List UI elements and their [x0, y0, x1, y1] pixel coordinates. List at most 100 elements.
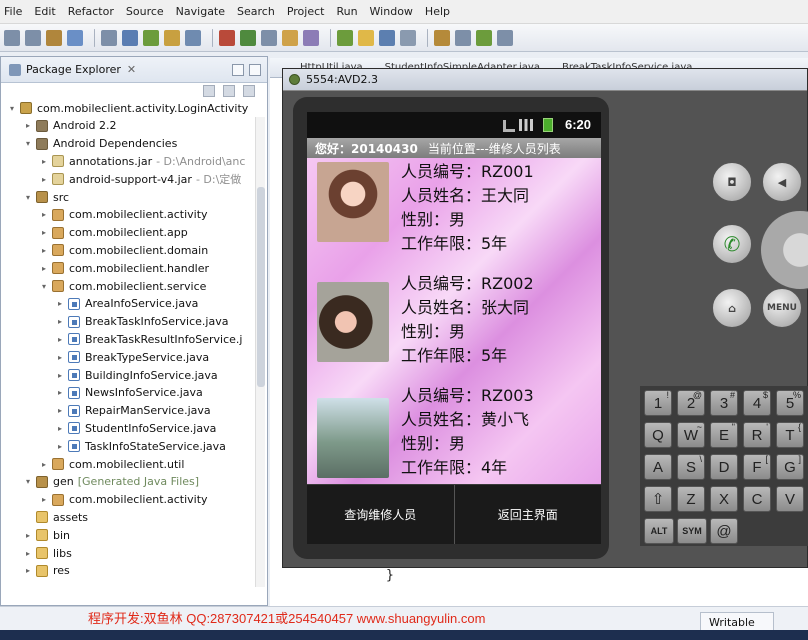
tree-item[interactable]: ▾ gen [Generated Java Files] — [23, 473, 199, 491]
open-type-icon[interactable] — [101, 29, 117, 46]
key-s[interactable]: S \ — [677, 454, 705, 480]
list-item[interactable]: 人员编号：RZ001 人员姓名：王大同 性别：男 工作年限：5年 — [307, 158, 601, 270]
tree-item[interactable]: ▾ com.mobileclient.service — [39, 277, 206, 295]
avd-manager-icon[interactable] — [497, 29, 513, 46]
call-button[interactable]: ✆ — [712, 224, 752, 264]
save-all-icon[interactable] — [46, 29, 62, 46]
key-x[interactable]: X — [710, 486, 738, 512]
key-@[interactable]: @ — [710, 518, 738, 544]
collapsed-arrow-icon[interactable]: ▸ — [55, 371, 65, 380]
tree-item[interactable]: ▸ com.mobileclient.app — [39, 224, 188, 242]
key-1[interactable]: 1! — [644, 390, 672, 416]
menu-item-refactor[interactable]: Refactor — [68, 5, 114, 18]
volume-button[interactable]: ◀ — [762, 162, 802, 202]
pin-icon[interactable] — [434, 29, 450, 46]
tree-item[interactable]: ▸ BreakTaskInfoService.java — [55, 313, 228, 331]
save-icon[interactable] — [25, 29, 41, 46]
back-icon[interactable] — [379, 29, 395, 46]
collapsed-arrow-icon[interactable]: ▸ — [55, 442, 65, 451]
key-alt[interactable]: ALT — [644, 518, 674, 544]
key-shift[interactable]: ⇧ — [644, 486, 672, 512]
coverage-icon[interactable] — [240, 29, 256, 46]
tree-item[interactable]: ▸ RepairManService.java — [55, 402, 211, 420]
collapsed-arrow-icon[interactable]: ▸ — [39, 228, 49, 237]
tree-item[interactable]: ▸ Android 2.2 — [23, 117, 117, 135]
collapsed-arrow-icon[interactable]: ▸ — [39, 210, 49, 219]
tree-item[interactable]: ▸ android-support-v4.jar - D:\定做 — [39, 170, 241, 188]
collapse-all-icon[interactable] — [203, 85, 215, 97]
tree-item[interactable]: ▸ libs — [23, 544, 72, 562]
collapsed-arrow-icon[interactable]: ▸ — [39, 495, 49, 504]
collapsed-arrow-icon[interactable]: ▸ — [55, 317, 65, 326]
menu-item-source[interactable]: Source — [126, 5, 164, 18]
collapsed-arrow-icon[interactable]: ▸ — [55, 353, 65, 362]
tree-item[interactable]: ▸ bin — [23, 526, 70, 544]
collapsed-arrow-icon[interactable]: ▸ — [39, 264, 49, 273]
home-button[interactable]: ⌂ — [712, 288, 752, 328]
tree-item[interactable]: ▸ com.mobileclient.activity — [39, 206, 208, 224]
perspective-icon[interactable] — [455, 29, 471, 46]
key-3[interactable]: 3 # — [710, 390, 738, 416]
open-task-icon[interactable] — [282, 29, 298, 46]
collapsed-arrow-icon[interactable]: ▸ — [55, 424, 65, 433]
collapsed-arrow-icon[interactable]: ▸ — [39, 157, 49, 166]
list-item[interactable]: 人员编号：RZ002 人员姓名：张大同 性别：男 工作年限：5年 — [307, 270, 601, 382]
menu-item-project[interactable]: Project — [287, 5, 325, 18]
menu-item-edit[interactable]: Edit — [34, 5, 55, 18]
collapsed-arrow-icon[interactable]: ▸ — [23, 566, 33, 575]
collapsed-arrow-icon[interactable]: ▸ — [55, 299, 65, 308]
menu-item-file[interactable]: File — [4, 5, 22, 18]
key-w[interactable]: W ~ — [677, 422, 705, 448]
key-2[interactable]: 2 @ — [677, 390, 705, 416]
minimize-icon[interactable] — [232, 63, 244, 76]
explorer-scrollbar[interactable] — [255, 117, 265, 587]
collapsed-arrow-icon[interactable]: ▸ — [23, 121, 33, 130]
tree-item[interactable]: ▸ com.mobileclient.util — [39, 455, 184, 473]
key-5[interactable]: 5% — [776, 390, 804, 416]
menu-item-help[interactable]: Help — [425, 5, 450, 18]
menu-item-navigate[interactable]: Navigate — [176, 5, 225, 18]
android-sdk-icon[interactable] — [476, 29, 492, 46]
collapsed-arrow-icon[interactable]: ▸ — [55, 406, 65, 415]
skip-breakpoints-icon[interactable] — [219, 29, 235, 46]
back-to-main-button[interactable]: 返回主界面 — [455, 485, 602, 544]
emulator-titlebar[interactable]: 5554:AVD2.3 — [283, 69, 807, 91]
tree-item[interactable]: ▸ BreakTaskResultInfoService.j — [55, 330, 242, 348]
close-view-icon[interactable]: ✕ — [127, 63, 136, 76]
key-g[interactable]: G] — [776, 454, 804, 480]
new-icon[interactable] — [4, 29, 20, 46]
tree-item[interactable]: assets — [23, 508, 88, 526]
key-4[interactable]: 4 $ — [743, 390, 771, 416]
menu-button[interactable]: MENU — [762, 288, 802, 328]
view-menu-icon[interactable] — [243, 85, 255, 97]
tree-item[interactable]: ▸ annotations.jar - D:\Android\anc — [39, 152, 245, 170]
key-c[interactable]: C — [743, 486, 771, 512]
menu-item-run[interactable]: Run — [336, 5, 357, 18]
search-icon[interactable] — [185, 29, 201, 46]
key-sym[interactable]: SYM — [677, 518, 707, 544]
expanded-arrow-icon[interactable]: ▾ — [23, 139, 33, 148]
camera-button[interactable]: ◘ — [712, 162, 752, 202]
collapsed-arrow-icon[interactable]: ▸ — [39, 460, 49, 469]
collapsed-arrow-icon[interactable]: ▸ — [23, 531, 33, 540]
key-e[interactable]: E " — [710, 422, 738, 448]
menu-item-window[interactable]: Window — [370, 5, 413, 18]
tree-item[interactable]: ▸ AreaInfoService.java — [55, 295, 198, 313]
collapsed-arrow-icon[interactable]: ▸ — [39, 175, 49, 184]
tree-item[interactable]: ▸ com.mobileclient.handler — [39, 259, 209, 277]
link-with-editor-icon[interactable] — [223, 85, 235, 97]
tree-item[interactable]: ▾ com.mobileclient.activity.LoginActivity — [7, 99, 248, 117]
collapsed-arrow-icon[interactable]: ▸ — [39, 246, 49, 255]
tree-item[interactable]: ▸ com.mobileclient.domain — [39, 241, 208, 259]
expanded-arrow-icon[interactable]: ▾ — [7, 104, 17, 113]
key-d[interactable]: D — [710, 454, 738, 480]
annotate-icon[interactable] — [303, 29, 319, 46]
tree-item[interactable]: ▸ com.mobileclient.activity — [39, 491, 208, 509]
explorer-scroll-thumb[interactable] — [257, 187, 265, 387]
key-f[interactable]: F[ — [743, 454, 771, 480]
forward-icon[interactable] — [400, 29, 416, 46]
expanded-arrow-icon[interactable]: ▾ — [39, 282, 49, 291]
expanded-arrow-icon[interactable]: ▾ — [23, 477, 33, 486]
tree-item[interactable]: ▾ Android Dependencies — [23, 135, 177, 153]
key-a[interactable]: A — [644, 454, 672, 480]
